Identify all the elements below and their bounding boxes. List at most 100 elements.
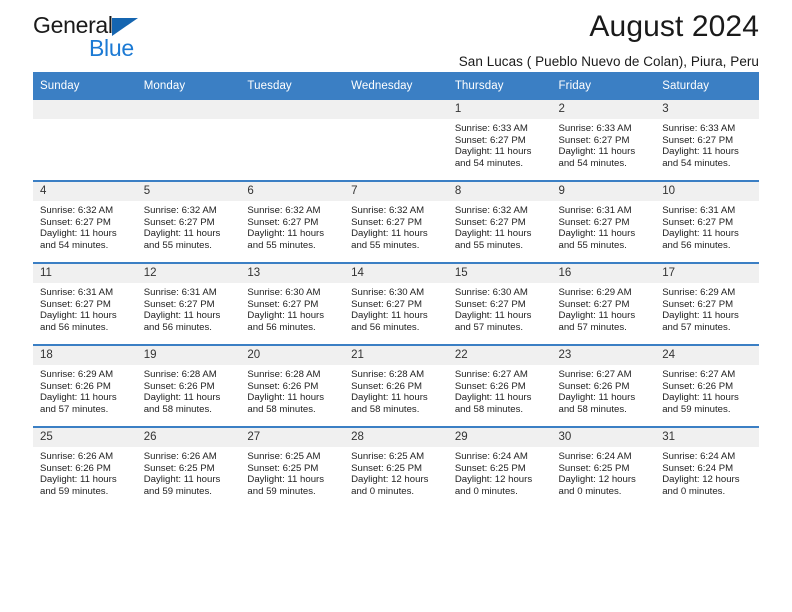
day-sun-info: Sunrise: 6:32 AM Sunset: 6:27 PM Daylight:… xyxy=(137,201,241,251)
sunset-time: Sunset: 6:26 PM xyxy=(143,380,215,392)
sunrise-time: Sunrise: 6:29 AM xyxy=(662,287,736,298)
daylight-line-1: Daylight: 11 hours xyxy=(247,474,325,486)
calendar-day-cell[interactable]: 14 Sunrise: 6:30 AM Sunset: 6:27 PM Dayligh… xyxy=(344,262,448,345)
calendar-day-cell[interactable]: 22 Sunrise: 6:27 AM Sunset: 6:26 PM Dayligh… xyxy=(447,344,552,427)
day-sun-info: Sunrise: 6:30 AM Sunset: 6:27 PM Daylight:… xyxy=(344,283,448,333)
day-number xyxy=(33,100,137,119)
day-number: 10 xyxy=(655,182,759,201)
daylight-line-1: Daylight: 11 hours xyxy=(247,392,325,404)
day-number: 16 xyxy=(551,264,656,283)
daylight-line-1: Daylight: 11 hours xyxy=(558,392,636,404)
daylight-line-1: Daylight: 11 hours xyxy=(662,392,739,404)
calendar-day-cell[interactable]: 20 Sunrise: 6:28 AM Sunset: 6:26 PM Dayligh… xyxy=(240,344,345,427)
daylight-line-2: and 59 minutes. xyxy=(247,485,316,497)
day-number: 28 xyxy=(344,428,448,447)
calendar-day-cell[interactable]: 15 Sunrise: 6:30 AM Sunset: 6:27 PM Dayligh… xyxy=(447,262,552,345)
daylight-line-1: Daylight: 11 hours xyxy=(40,310,117,322)
daylight-line-1: Daylight: 11 hours xyxy=(351,392,428,404)
calendar-day-cell[interactable]: 30 Sunrise: 6:24 AM Sunset: 6:25 PM Dayligh… xyxy=(551,426,656,508)
sunset-time: Sunset: 6:27 PM xyxy=(351,216,423,228)
sunrise-time: Sunrise: 6:32 AM xyxy=(40,205,114,216)
calendar-day-cell[interactable]: 7 Sunrise: 6:32 AM Sunset: 6:27 PM Daylight… xyxy=(344,180,448,263)
logo-text-blue: Blue xyxy=(89,35,134,61)
logo-triangle-icon xyxy=(112,18,138,36)
calendar-day-cell[interactable]: 28 Sunrise: 6:25 AM Sunset: 6:25 PM Dayligh… xyxy=(344,426,448,508)
weekday-header-friday: Friday xyxy=(551,72,656,100)
calendar-day-cell[interactable]: 24 Sunrise: 6:27 AM Sunset: 6:26 PM Dayligh… xyxy=(655,344,759,427)
daylight-line-2: and 59 minutes. xyxy=(143,485,212,497)
calendar-head: Sunday Monday Tuesday Wednesday Thursday… xyxy=(33,72,759,100)
calendar-day-cell[interactable]: 2 Sunrise: 6:33 AM Sunset: 6:27 PM Daylight… xyxy=(551,100,656,181)
daylight-line-1: Daylight: 11 hours xyxy=(662,228,739,240)
calendar-day-cell[interactable]: 27 Sunrise: 6:25 AM Sunset: 6:25 PM Dayligh… xyxy=(240,426,345,508)
day-number: 25 xyxy=(33,428,137,447)
calendar-day-cell[interactable]: 29 Sunrise: 6:24 AM Sunset: 6:25 PM Dayligh… xyxy=(447,426,552,508)
daylight-line-1: Daylight: 12 hours xyxy=(558,474,636,486)
daylight-line-1: Daylight: 11 hours xyxy=(558,310,636,322)
daylight-line-1: Daylight: 11 hours xyxy=(558,146,636,158)
calendar-day-cell[interactable]: 5 Sunrise: 6:32 AM Sunset: 6:27 PM Daylight… xyxy=(136,180,241,263)
daylight-line-2: and 57 minutes. xyxy=(662,321,731,333)
sunrise-time: Sunrise: 6:30 AM xyxy=(454,287,528,298)
calendar-day-cell[interactable]: 18 Sunrise: 6:29 AM Sunset: 6:26 PM Dayligh… xyxy=(33,344,137,427)
daylight-line-2: and 57 minutes. xyxy=(40,403,109,415)
sunset-time: Sunset: 6:25 PM xyxy=(351,462,423,474)
calendar-page: General Blue August 2024 San Lucas ( Pue… xyxy=(0,0,792,612)
sunrise-time: Sunrise: 6:29 AM xyxy=(40,369,114,380)
sunrise-time: Sunrise: 6:32 AM xyxy=(247,205,321,216)
calendar-day-cell[interactable]: 19 Sunrise: 6:28 AM Sunset: 6:26 PM Dayligh… xyxy=(136,344,241,427)
calendar-day-cell[interactable]: 4 Sunrise: 6:32 AM Sunset: 6:27 PM Daylight… xyxy=(33,180,137,263)
calendar-day-cell[interactable]: 25 Sunrise: 6:26 AM Sunset: 6:26 PM Dayligh… xyxy=(33,426,137,508)
calendar-day-cell[interactable]: 6 Sunrise: 6:32 AM Sunset: 6:27 PM Daylight… xyxy=(240,180,345,263)
weekday-header-sunday: Sunday xyxy=(33,72,137,100)
sunrise-time: Sunrise: 6:30 AM xyxy=(247,287,321,298)
calendar-day-cell[interactable]: 1 Sunrise: 6:33 AM Sunset: 6:27 PM Daylight… xyxy=(447,100,552,181)
weekday-header-tuesday: Tuesday xyxy=(240,72,345,100)
calendar-day-cell[interactable]: 8 Sunrise: 6:32 AM Sunset: 6:27 PM Daylight… xyxy=(447,180,552,263)
calendar-day-cell-empty xyxy=(344,100,448,181)
calendar-day-cell[interactable]: 11 Sunrise: 6:31 AM Sunset: 6:27 PM Dayligh… xyxy=(33,262,137,345)
day-sun-info: Sunrise: 6:29 AM Sunset: 6:27 PM Daylight:… xyxy=(655,283,759,333)
day-number: 13 xyxy=(240,264,345,283)
sunset-time: Sunset: 6:26 PM xyxy=(558,380,630,392)
day-number: 30 xyxy=(551,428,656,447)
calendar-week-row: 25 Sunrise: 6:26 AM Sunset: 6:26 PM Dayligh… xyxy=(33,426,759,508)
calendar-week-row: 4 Sunrise: 6:32 AM Sunset: 6:27 PM Daylight… xyxy=(33,180,759,263)
sunrise-time: Sunrise: 6:33 AM xyxy=(454,123,528,134)
calendar-day-cell[interactable]: 12 Sunrise: 6:31 AM Sunset: 6:27 PM Dayligh… xyxy=(136,262,241,345)
daylight-line-1: Daylight: 11 hours xyxy=(454,310,532,322)
weekday-header-row: Sunday Monday Tuesday Wednesday Thursday… xyxy=(33,72,759,100)
calendar-day-cell[interactable]: 9 Sunrise: 6:31 AM Sunset: 6:27 PM Daylight… xyxy=(551,180,656,263)
day-number: 24 xyxy=(655,346,759,365)
daylight-line-2: and 57 minutes. xyxy=(454,321,524,333)
calendar-day-cell[interactable]: 23 Sunrise: 6:27 AM Sunset: 6:26 PM Dayligh… xyxy=(551,344,656,427)
calendar-day-cell[interactable]: 17 Sunrise: 6:29 AM Sunset: 6:27 PM Dayligh… xyxy=(655,262,759,345)
sunset-time: Sunset: 6:26 PM xyxy=(247,380,319,392)
calendar-day-cell[interactable]: 16 Sunrise: 6:29 AM Sunset: 6:27 PM Dayligh… xyxy=(551,262,656,345)
daylight-line-1: Daylight: 11 hours xyxy=(662,146,739,158)
day-number: 9 xyxy=(551,182,656,201)
sunset-time: Sunset: 6:27 PM xyxy=(247,298,319,310)
sunrise-time: Sunrise: 6:33 AM xyxy=(662,123,736,134)
sunset-time: Sunset: 6:26 PM xyxy=(454,380,526,392)
calendar-day-cell[interactable]: 31 Sunrise: 6:24 AM Sunset: 6:24 PM Dayligh… xyxy=(655,426,759,508)
day-number: 6 xyxy=(240,182,345,201)
day-sun-info: Sunrise: 6:31 AM Sunset: 6:27 PM Daylight:… xyxy=(137,283,241,333)
sunrise-time: Sunrise: 6:28 AM xyxy=(351,369,425,380)
calendar-day-cell[interactable]: 13 Sunrise: 6:30 AM Sunset: 6:27 PM Dayligh… xyxy=(240,262,345,345)
calendar-day-cell[interactable]: 26 Sunrise: 6:26 AM Sunset: 6:25 PM Dayligh… xyxy=(136,426,241,508)
calendar-day-cell[interactable]: 3 Sunrise: 6:33 AM Sunset: 6:27 PM Daylight… xyxy=(655,100,759,181)
sunrise-time: Sunrise: 6:25 AM xyxy=(351,451,425,462)
sunset-time: Sunset: 6:25 PM xyxy=(143,462,215,474)
sunset-time: Sunset: 6:27 PM xyxy=(558,216,630,228)
calendar-day-cell[interactable]: 21 Sunrise: 6:28 AM Sunset: 6:26 PM Dayligh… xyxy=(344,344,448,427)
day-number: 22 xyxy=(447,346,552,365)
calendar-week-row: 18 Sunrise: 6:29 AM Sunset: 6:26 PM Dayligh… xyxy=(33,344,759,427)
day-number: 5 xyxy=(136,182,241,201)
calendar-day-cell[interactable]: 10 Sunrise: 6:31 AM Sunset: 6:27 PM Dayligh… xyxy=(655,180,759,263)
day-sun-info: Sunrise: 6:28 AM Sunset: 6:26 PM Daylight:… xyxy=(240,365,344,415)
day-number: 19 xyxy=(136,346,241,365)
daylight-line-2: and 54 minutes. xyxy=(454,157,524,169)
sunset-time: Sunset: 6:26 PM xyxy=(351,380,423,392)
daylight-line-2: and 57 minutes. xyxy=(558,321,627,333)
